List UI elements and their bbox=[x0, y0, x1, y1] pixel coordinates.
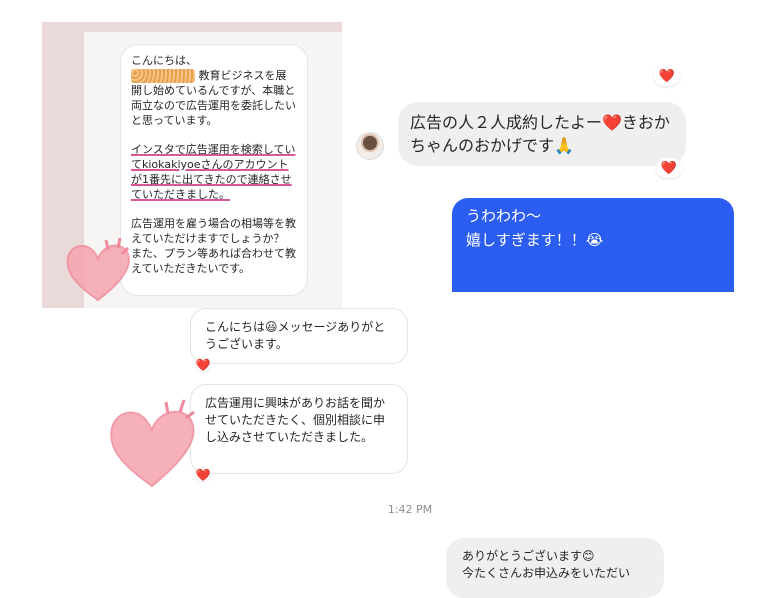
outgoing-line-1: うわわわ〜 bbox=[466, 207, 542, 225]
incoming-message[interactable]: 広告の人２人成約したよー❤️きおかちゃんのおかげです🙏 bbox=[398, 102, 686, 166]
outgoing-message[interactable]: うわわわ〜 嬉しすぎます！！😭 bbox=[452, 198, 734, 292]
reply-message-2[interactable]: 広告運用に興味がありお話を聞かせていただきたく、個別相談に申し込みさせていただき… bbox=[190, 384, 408, 474]
incoming-reaction-heart-icon[interactable]: ❤️ bbox=[656, 158, 682, 178]
top-reaction-heart-icon[interactable]: ❤️ bbox=[654, 66, 680, 86]
collage-para2: インスタで広告運用を検索していてkiokakiyoeさんのアカウントが1番先に出… bbox=[131, 143, 296, 201]
decorative-heart-icon bbox=[62, 238, 134, 304]
reply-message-1[interactable]: こんにちは😃メッセージありがとうございます。 bbox=[190, 308, 408, 364]
reply1-reaction-heart-icon[interactable]: ❤️ bbox=[196, 358, 210, 372]
collage-greeting: こんにちは、 bbox=[131, 54, 197, 67]
collage-screenshot-message: こんにちは、 教育ビジネスを展開し始めているんですが、本職と両立なので広告運用を… bbox=[120, 44, 308, 296]
collage-para3: 広告運用を雇う場合の相場等を教えていただけますでしょうか？ また、プラン等あれば… bbox=[131, 217, 296, 275]
avatar[interactable] bbox=[356, 132, 384, 160]
timestamp: 1:42 PM bbox=[387, 503, 433, 516]
outgoing-line-2: 嬉しすぎます！！😭 bbox=[466, 231, 604, 249]
bottom-message[interactable]: ありがとうございます😊 今たくさんお申込みをいただい bbox=[446, 538, 664, 598]
redacted-name bbox=[131, 69, 195, 83]
decorative-heart-large-icon bbox=[104, 398, 200, 490]
